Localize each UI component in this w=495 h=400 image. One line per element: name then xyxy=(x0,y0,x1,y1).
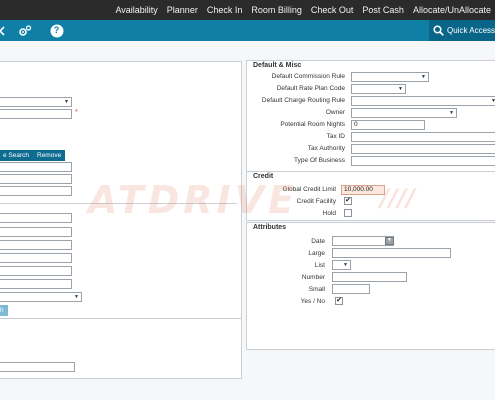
potential-room-nights-input[interactable]: 0 xyxy=(351,120,425,130)
quick-access-button[interactable]: Quick Access xyxy=(429,20,495,41)
date-label: Date xyxy=(311,238,325,245)
search-icon xyxy=(433,25,444,36)
left-field-6[interactable] xyxy=(0,227,72,237)
help-glyph: ? xyxy=(53,25,60,35)
nav-check-out[interactable]: Check Out xyxy=(311,5,354,15)
hold-label: Hold xyxy=(322,210,336,217)
required-marker: * xyxy=(75,109,78,116)
type-of-business-input[interactable] xyxy=(351,156,495,166)
default-rate-plan-code-label: Default Rate Plan Code xyxy=(276,85,345,92)
left-field-10[interactable] xyxy=(0,279,72,289)
owner-label: Owner xyxy=(325,109,345,116)
list-select[interactable] xyxy=(332,260,351,270)
left-field-3[interactable] xyxy=(0,174,72,184)
search-button[interactable]: e Search xyxy=(0,150,34,161)
nav-check-in[interactable]: Check In xyxy=(207,5,243,15)
help-icon[interactable]: ? xyxy=(49,23,64,38)
quick-access-label: Quick Access xyxy=(447,26,495,35)
default-commission-rule-label: Default Commission Rule xyxy=(271,73,345,80)
tax-id-input[interactable] xyxy=(351,132,495,142)
check-icon: ✔ xyxy=(336,297,342,304)
default-misc-title: Default & Misc xyxy=(253,62,302,69)
nav-availability[interactable]: Availability xyxy=(115,5,157,15)
nav-room-billing[interactable]: Room Billing xyxy=(251,5,302,15)
partial-button[interactable]: h xyxy=(0,305,8,316)
tax-id-label: Tax ID xyxy=(326,133,345,140)
credit-title: Credit xyxy=(253,173,274,180)
left-field-9[interactable] xyxy=(0,266,72,276)
number-label: Number xyxy=(301,274,325,281)
type-of-business-label: Type Of Business xyxy=(294,157,345,164)
nav-post-cash[interactable]: Post Cash xyxy=(362,5,404,15)
small-label: Small xyxy=(308,286,325,293)
remove-button[interactable]: Remove xyxy=(33,150,66,161)
default-charge-routing-rule-label: Default Charge Routing Rule xyxy=(261,97,345,104)
global-credit-limit-input[interactable]: 10,000.00 xyxy=(341,185,385,195)
tax-authority-input[interactable] xyxy=(351,144,495,154)
global-credit-limit-label: Global Credit Limit xyxy=(282,186,336,193)
nav-allocate-unallocate[interactable]: Allocate/UnAllocate xyxy=(413,5,491,15)
default-misc-panel: Default & Misc Default Commission Rule D… xyxy=(246,60,495,172)
attributes-title: Attributes xyxy=(253,224,287,231)
left-select-1[interactable] xyxy=(0,97,72,107)
default-charge-routing-rule-select[interactable] xyxy=(351,96,495,106)
default-commission-rule-select[interactable] xyxy=(351,72,429,82)
large-input[interactable] xyxy=(332,248,451,258)
main-content: * e Search Remove h Default & Misc Defau… xyxy=(0,41,495,400)
credit-facility-checkbox[interactable]: ✔ xyxy=(344,197,352,205)
left-field-7[interactable] xyxy=(0,240,72,250)
left-lower-field[interactable] xyxy=(0,362,75,372)
large-label: Large xyxy=(308,250,325,257)
left-field-4[interactable] xyxy=(0,186,72,196)
gear-icon[interactable] xyxy=(17,23,32,38)
section-divider xyxy=(0,203,237,204)
left-lower-panel xyxy=(0,318,242,379)
left-field-1[interactable] xyxy=(0,109,72,119)
tax-authority-label: Tax Authority xyxy=(307,145,345,152)
credit-facility-label: Credit Facility xyxy=(296,198,336,205)
owner-select[interactable] xyxy=(351,108,457,118)
list-label: List xyxy=(314,262,325,269)
nav-planner[interactable]: Planner xyxy=(167,5,198,15)
left-field-5[interactable] xyxy=(0,213,72,223)
potential-room-nights-label: Potential Room Nights xyxy=(280,121,345,128)
date-picker-icon[interactable] xyxy=(385,237,394,245)
hold-checkbox[interactable] xyxy=(344,209,352,217)
left-field-8[interactable] xyxy=(0,253,72,263)
small-input[interactable] xyxy=(332,284,370,294)
yes-no-label: Yes / No xyxy=(300,298,325,305)
yes-no-checkbox[interactable]: ✔ xyxy=(335,297,343,305)
attributes-panel: Attributes Date Large List Number Small … xyxy=(246,222,495,350)
check-icon: ✔ xyxy=(345,197,351,204)
left-form-panel: * e Search Remove h xyxy=(0,61,242,350)
number-input[interactable] xyxy=(332,272,407,282)
back-arrow-icon[interactable] xyxy=(0,23,7,38)
left-field-2[interactable] xyxy=(0,162,72,172)
credit-panel: Credit Global Credit Limit 10,000.00 Cre… xyxy=(246,171,495,221)
toolbar: ? Quick Access xyxy=(0,20,495,41)
default-rate-plan-code-select[interactable] xyxy=(351,84,406,94)
top-nav: Availability Planner Check In Room Billi… xyxy=(0,0,495,20)
left-select-2[interactable] xyxy=(0,292,82,302)
